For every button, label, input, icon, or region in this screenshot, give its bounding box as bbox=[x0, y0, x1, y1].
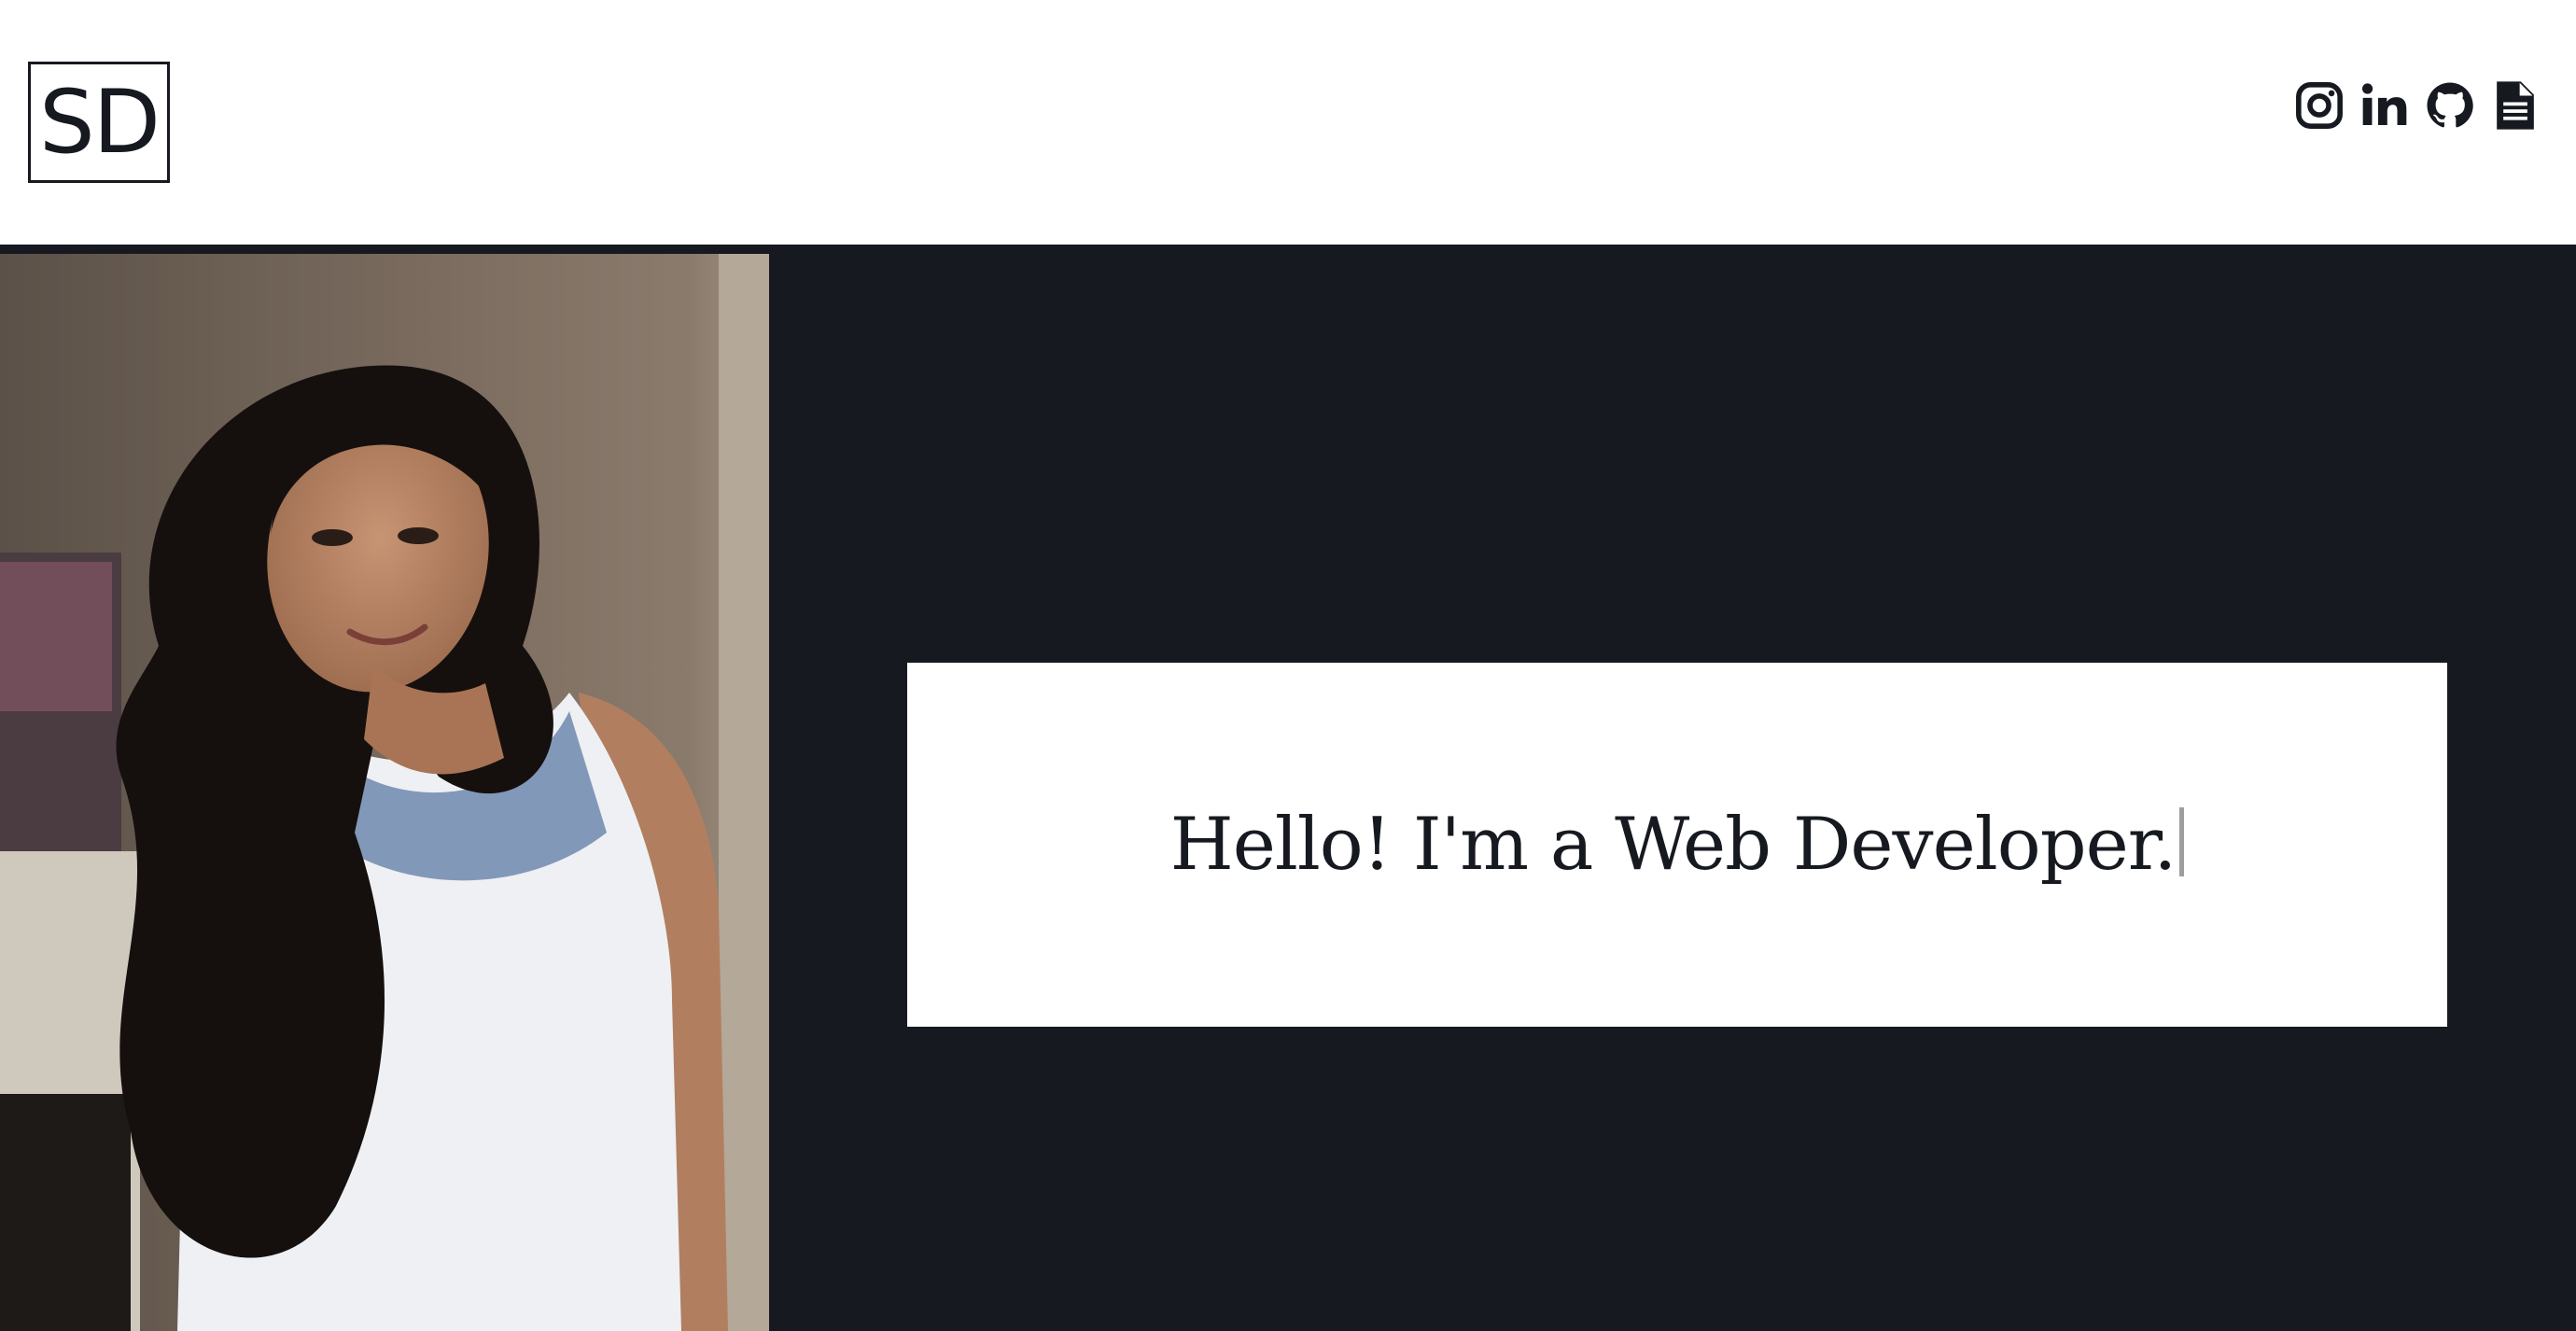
github-link[interactable] bbox=[2423, 78, 2477, 133]
logo-link[interactable]: SD bbox=[28, 62, 170, 183]
github-icon bbox=[2427, 82, 2473, 128]
social-links bbox=[2292, 78, 2542, 133]
linkedin-icon bbox=[2361, 83, 2407, 125]
resume-document-icon bbox=[2497, 81, 2534, 130]
typing-cursor bbox=[2179, 807, 2185, 876]
site-header: SD bbox=[0, 0, 2576, 245]
linkedin-link[interactable] bbox=[2358, 78, 2412, 133]
intro-heading-text: Hello! I'm a Web Developer. bbox=[1169, 803, 2177, 887]
instagram-icon bbox=[2296, 82, 2343, 129]
intro-heading: Hello! I'm a Web Developer. bbox=[1170, 803, 2185, 887]
instagram-link[interactable] bbox=[2292, 78, 2346, 133]
resume-link[interactable] bbox=[2488, 78, 2542, 133]
hero-section: Hello! I'm a Web Developer. bbox=[0, 245, 2576, 1331]
intro-panel: Hello! I'm a Web Developer. bbox=[907, 663, 2447, 1027]
profile-photo bbox=[0, 254, 769, 1331]
